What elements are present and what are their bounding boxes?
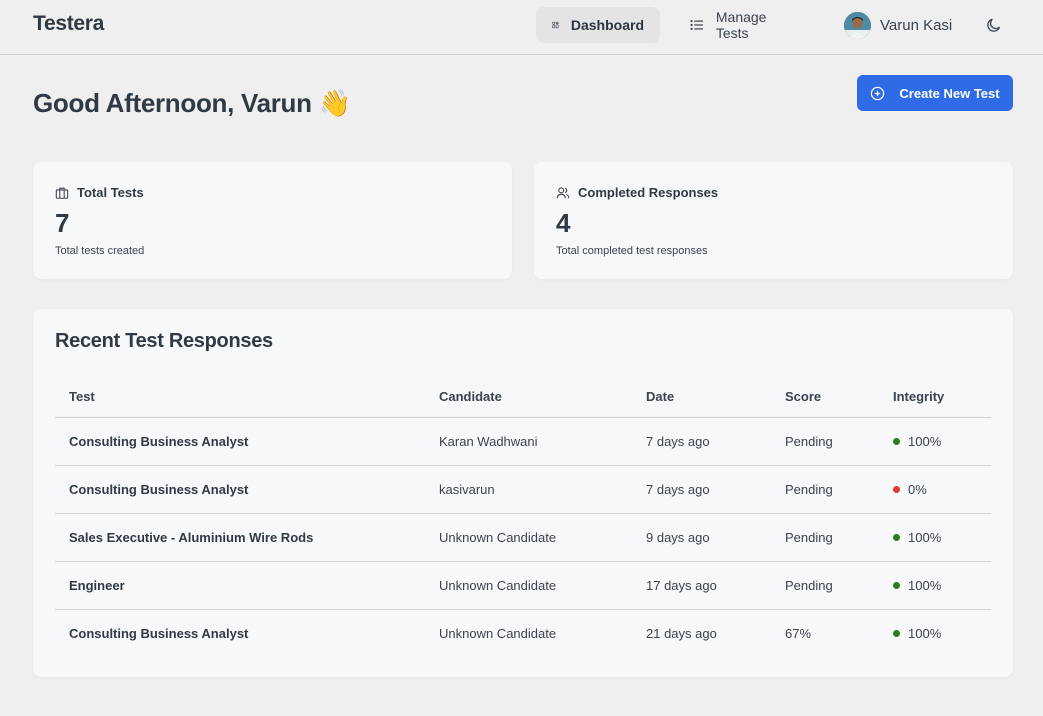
date-cell: 21 days ago	[646, 625, 717, 641]
candidate-cell: Unknown Candidate	[425, 561, 632, 610]
table-row[interactable]: Consulting Business Analyst Unknown Cand…	[55, 609, 991, 657]
test-name-cell: Sales Executive - Aluminium Wire Rods	[55, 513, 425, 562]
test-name-cell: Engineer	[55, 561, 425, 610]
nav-manage-label: Manage Tests	[715, 9, 767, 41]
recent-responses-table: Test Candidate Date Score Integrity Cons…	[55, 376, 991, 657]
total-tests-value: 7	[55, 208, 70, 238]
integrity-status-dot-icon	[893, 485, 900, 493]
integrity-cell: 100%	[879, 609, 991, 657]
page-title: Good Afternoon, Varun 👋	[33, 88, 351, 119]
list-icon	[690, 19, 704, 31]
integrity-status-dot-icon	[893, 629, 900, 637]
integrity-value: 0%	[908, 481, 927, 497]
candidate-cell: Unknown Candidate	[439, 625, 557, 641]
column-header: Candidate	[425, 376, 632, 418]
candidate-cell: Karan Wadhwani	[425, 417, 632, 466]
brand-logo[interactable]: Testera	[33, 12, 104, 36]
completed-subtitle: Total completed test responses	[556, 245, 708, 257]
table-row[interactable]: Sales Executive - Aluminium Wire Rods Un…	[55, 513, 991, 562]
score-cell: Pending	[771, 465, 879, 514]
integrity-value: 100%	[908, 577, 942, 593]
integrity-status-dot-icon	[893, 437, 900, 445]
moon-icon[interactable]	[986, 17, 1002, 33]
total-tests-card: Total Tests 7 Total tests created	[33, 162, 512, 279]
test-name-cell: Consulting Business Analyst	[69, 625, 249, 641]
recent-responses-title: Recent Test Responses	[55, 330, 273, 352]
date-cell: 7 days ago	[632, 417, 771, 466]
date-cell: 17 days ago	[632, 561, 771, 610]
integrity-status-dot-icon	[893, 533, 900, 541]
user-name: Varun Kasi	[880, 16, 953, 34]
integrity-status-dot-icon	[893, 581, 900, 589]
completed-responses-card: Completed Responses 4 Total completed te…	[534, 162, 1013, 279]
column-header: Test	[55, 376, 425, 418]
test-name-cell: Consulting Business Analyst	[55, 417, 425, 466]
table-row[interactable]: Consulting Business Analyst kasivarun 7 …	[55, 465, 991, 514]
column-header: Date	[632, 376, 771, 418]
score-cell: Pending	[771, 417, 879, 466]
table-header-row: Test Candidate Date Score Integrity	[55, 376, 991, 418]
table-row[interactable]: Consulting Business Analyst Karan Wadhwa…	[55, 417, 991, 466]
date-cell: 7 days ago	[632, 465, 771, 514]
wave-emoji-icon: 👋	[318, 88, 351, 118]
table-row[interactable]: Engineer Unknown Candidate 17 days ago P…	[55, 561, 991, 610]
nav-dashboard-label: Dashboard	[570, 17, 644, 33]
briefcase-icon	[55, 187, 69, 199]
score-cell: 67%	[785, 625, 812, 641]
nav-dashboard[interactable]: Dashboard	[536, 7, 660, 43]
integrity-cell: 0%	[879, 465, 991, 514]
total-tests-label: Total Tests	[77, 185, 144, 200]
total-tests-subtitle: Total tests created	[55, 245, 145, 257]
total-tests-header: Total Tests	[55, 185, 144, 200]
integrity-cell: 100%	[879, 513, 991, 562]
top-navbar: Testera Dashboard Manage Tests Varun Kas…	[0, 0, 1043, 55]
nav-manage-tests[interactable]: Manage Tests	[674, 7, 818, 43]
candidate-cell: Unknown Candidate	[425, 513, 632, 562]
grid-icon	[552, 21, 559, 29]
users-icon	[556, 186, 570, 198]
recent-responses-card: Recent Test Responses Test Candidate Dat…	[33, 309, 1013, 677]
score-cell: Pending	[771, 513, 879, 562]
column-header: Integrity	[879, 376, 991, 418]
completed-header: Completed Responses	[556, 185, 718, 200]
plus-circle-icon	[871, 86, 885, 100]
create-new-test-button[interactable]: Create New Test	[857, 75, 1013, 111]
column-header: Score	[771, 376, 879, 418]
integrity-value: 100%	[908, 625, 942, 641]
score-cell: Pending	[771, 561, 879, 610]
create-button-label: Create New Test	[899, 85, 1000, 101]
integrity-value: 100%	[908, 433, 942, 449]
user-menu[interactable]: Varun Kasi	[844, 10, 952, 40]
completed-value: 4	[556, 208, 571, 238]
candidate-cell: kasivarun	[425, 465, 632, 514]
integrity-value: 100%	[908, 529, 942, 545]
integrity-cell: 100%	[879, 417, 991, 466]
date-cell: 9 days ago	[632, 513, 771, 562]
test-name-cell: Consulting Business Analyst	[55, 465, 425, 514]
completed-label: Completed Responses	[578, 185, 719, 200]
integrity-cell: 100%	[879, 561, 991, 610]
avatar	[844, 11, 871, 39]
greeting-text: Good Afternoon, Varun	[33, 88, 312, 118]
